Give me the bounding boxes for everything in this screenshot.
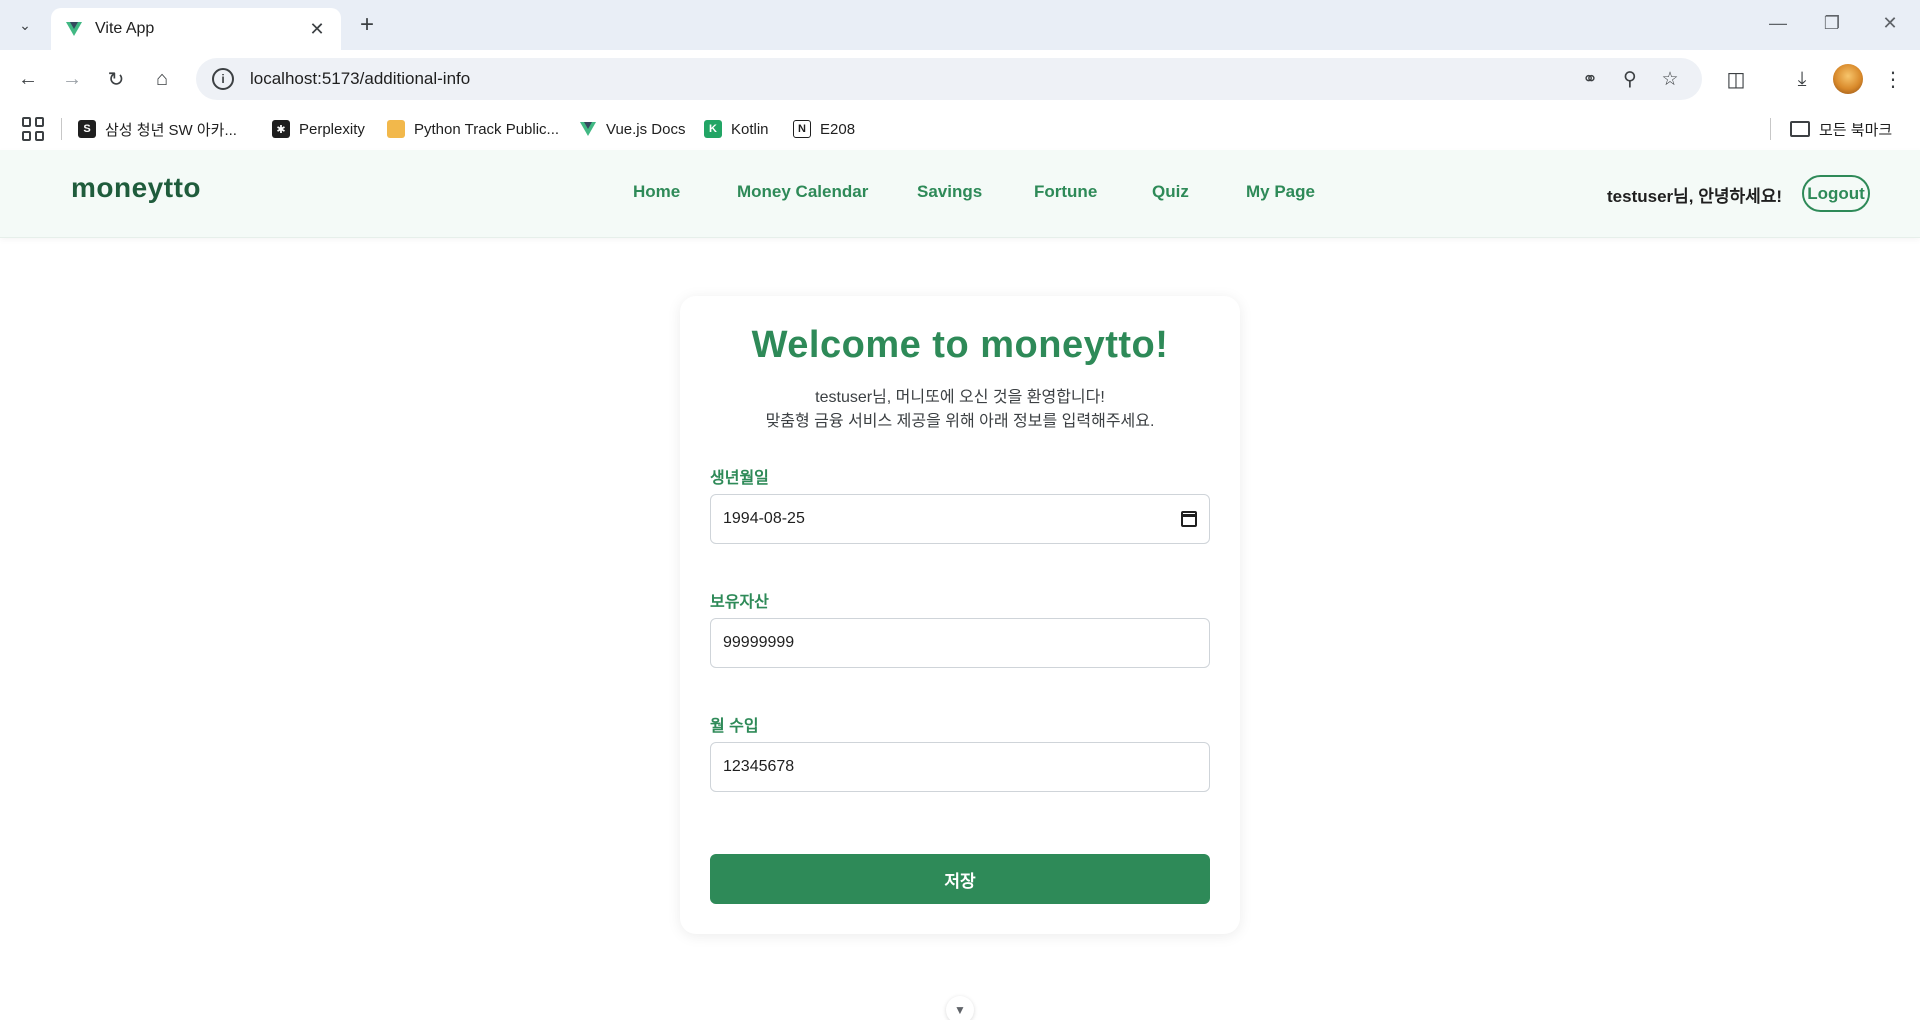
income-label: 월 수입: [710, 718, 759, 735]
perplexity-icon: ✱: [272, 120, 290, 138]
bookmark-label: Python Track Public...: [414, 120, 560, 138]
bookmarks-bar: S 삼성 청년 SW 아카... ✱ Perplexity Python Tra…: [0, 108, 1920, 150]
reload-button[interactable]: ↻: [100, 63, 132, 95]
vite-icon: [66, 22, 82, 36]
new-tab-button[interactable]: +: [352, 10, 382, 40]
save-button[interactable]: 저장: [710, 854, 1210, 904]
arrow-right-icon: →: [62, 67, 82, 90]
close-window-button[interactable]: ✕: [1870, 8, 1910, 38]
password-key-icon[interactable]: ⚭: [1572, 58, 1608, 100]
folder-icon: [1790, 121, 1810, 137]
bookmark-perplexity[interactable]: ✱ Perplexity: [272, 116, 365, 142]
brand-logo[interactable]: moneytto: [71, 172, 201, 204]
samsung-sw-icon: S: [78, 120, 96, 138]
notion-icon: N: [793, 120, 811, 138]
menu-kebab-icon[interactable]: ⋮: [1876, 63, 1910, 95]
minimize-icon: —: [1769, 12, 1787, 33]
additional-info-card: Welcome to moneytto! testuser님, 머니또에 오신 …: [680, 296, 1240, 934]
app-header: moneytto Home Money Calendar Savings For…: [0, 150, 1920, 238]
income-input[interactable]: 12345678: [710, 742, 1210, 792]
bookmark-separator: [1770, 118, 1771, 140]
plus-icon: +: [359, 11, 374, 38]
minimize-button[interactable]: —: [1758, 8, 1798, 38]
tab-title: Vite App: [95, 20, 155, 37]
restore-icon: ❐: [1823, 12, 1841, 33]
profile-avatar[interactable]: [1833, 64, 1863, 94]
birthdate-label: 생년월일: [710, 470, 769, 487]
address-bar[interactable]: i localhost:5173/additional-info ⚭ ⚲ ☆: [196, 58, 1702, 100]
vue-icon: [580, 122, 596, 136]
forward-button[interactable]: →: [56, 63, 88, 95]
extensions-icon[interactable]: ◫: [1719, 63, 1753, 95]
tab-search-button[interactable]: ⌄: [10, 10, 40, 40]
home-icon: ⌂: [155, 67, 169, 90]
subtitle-line-2: 맞춤형 금융 서비스 제공을 위해 아래 정보를 입력해주세요.: [765, 413, 1155, 430]
close-icon: ✕: [1882, 12, 1898, 33]
bookmark-label: 모든 북마크: [1819, 121, 1893, 139]
back-button[interactable]: ←: [12, 63, 44, 95]
bookmark-label: Perplexity: [299, 120, 365, 138]
arrow-left-icon: ←: [18, 67, 38, 90]
site-info-icon[interactable]: i: [212, 68, 234, 90]
calendar-icon[interactable]: [1181, 511, 1197, 527]
assets-input[interactable]: 99999999: [710, 618, 1210, 668]
close-icon[interactable]: ✕: [305, 19, 329, 40]
kotlin-icon: K: [704, 120, 722, 138]
welcome-subtitle: testuser님, 머니또에 오신 것을 환영합니다! 맞춤형 금융 서비스 …: [680, 386, 1240, 434]
bookmark-separator: [61, 118, 62, 140]
browser-tab-strip: ⌄ Vite App ✕ + — ❐ ✕: [0, 0, 1920, 50]
restore-button[interactable]: ❐: [1812, 8, 1852, 38]
url-text[interactable]: localhost:5173/additional-info: [250, 69, 470, 89]
reload-icon: ↻: [107, 68, 125, 91]
bookmark-e208[interactable]: N E208: [793, 116, 855, 142]
subtitle-line-1: testuser님, 머니또에 오신 것을 환영합니다!: [815, 389, 1105, 406]
bookmark-label: 삼성 청년 SW 아카...: [105, 121, 237, 139]
birthdate-input[interactable]: 1994-08-25: [710, 494, 1210, 544]
assets-label: 보유자산: [710, 594, 769, 611]
user-greeting: testuser님, 안녕하세요!: [1607, 187, 1783, 206]
star-icon[interactable]: ☆: [1652, 58, 1688, 100]
logout-button[interactable]: Logout: [1802, 175, 1870, 212]
nav-money-calendar[interactable]: Money Calendar: [737, 182, 868, 202]
zoom-icon[interactable]: ⚲: [1612, 58, 1648, 100]
chevron-down-icon: ⌄: [19, 16, 31, 33]
birthdate-value[interactable]: 1994-08-25: [723, 510, 1181, 528]
bookmark-python-track[interactable]: Python Track Public...: [387, 116, 559, 142]
chevron-down-icon: ▼: [954, 1003, 966, 1017]
scroll-down-button[interactable]: ▼: [946, 996, 974, 1020]
home-button[interactable]: ⌂: [146, 63, 178, 95]
bookmark-label: Vue.js Docs: [606, 120, 686, 138]
browser-toolbar: ← → ↻ ⌂ i localhost:5173/additional-info…: [0, 50, 1920, 108]
nav-savings[interactable]: Savings: [917, 182, 982, 202]
nav-my-page[interactable]: My Page: [1246, 182, 1315, 202]
notepad-icon: [387, 120, 405, 138]
all-bookmarks-folder[interactable]: 모든 북마크: [1790, 116, 1892, 142]
assets-value[interactable]: 99999999: [723, 634, 1197, 652]
nav-quiz[interactable]: Quiz: [1152, 182, 1189, 202]
bookmark-vue-docs[interactable]: Vue.js Docs: [579, 116, 685, 142]
bookmark-label: Kotlin: [731, 120, 769, 138]
apps-grid-icon[interactable]: [22, 117, 46, 141]
bookmark-label: E208: [820, 120, 856, 138]
browser-tab-active[interactable]: Vite App ✕: [51, 8, 341, 50]
download-icon[interactable]: ⤓: [1785, 63, 1819, 95]
nav-fortune[interactable]: Fortune: [1034, 182, 1097, 202]
bookmark-kotlin[interactable]: K Kotlin: [704, 116, 769, 142]
bookmark-samsung-sw[interactable]: S 삼성 청년 SW 아카...: [78, 116, 237, 142]
page-title: Welcome to moneytto!: [751, 324, 1169, 366]
nav-home[interactable]: Home: [633, 182, 680, 202]
income-value[interactable]: 12345678: [723, 758, 1197, 776]
